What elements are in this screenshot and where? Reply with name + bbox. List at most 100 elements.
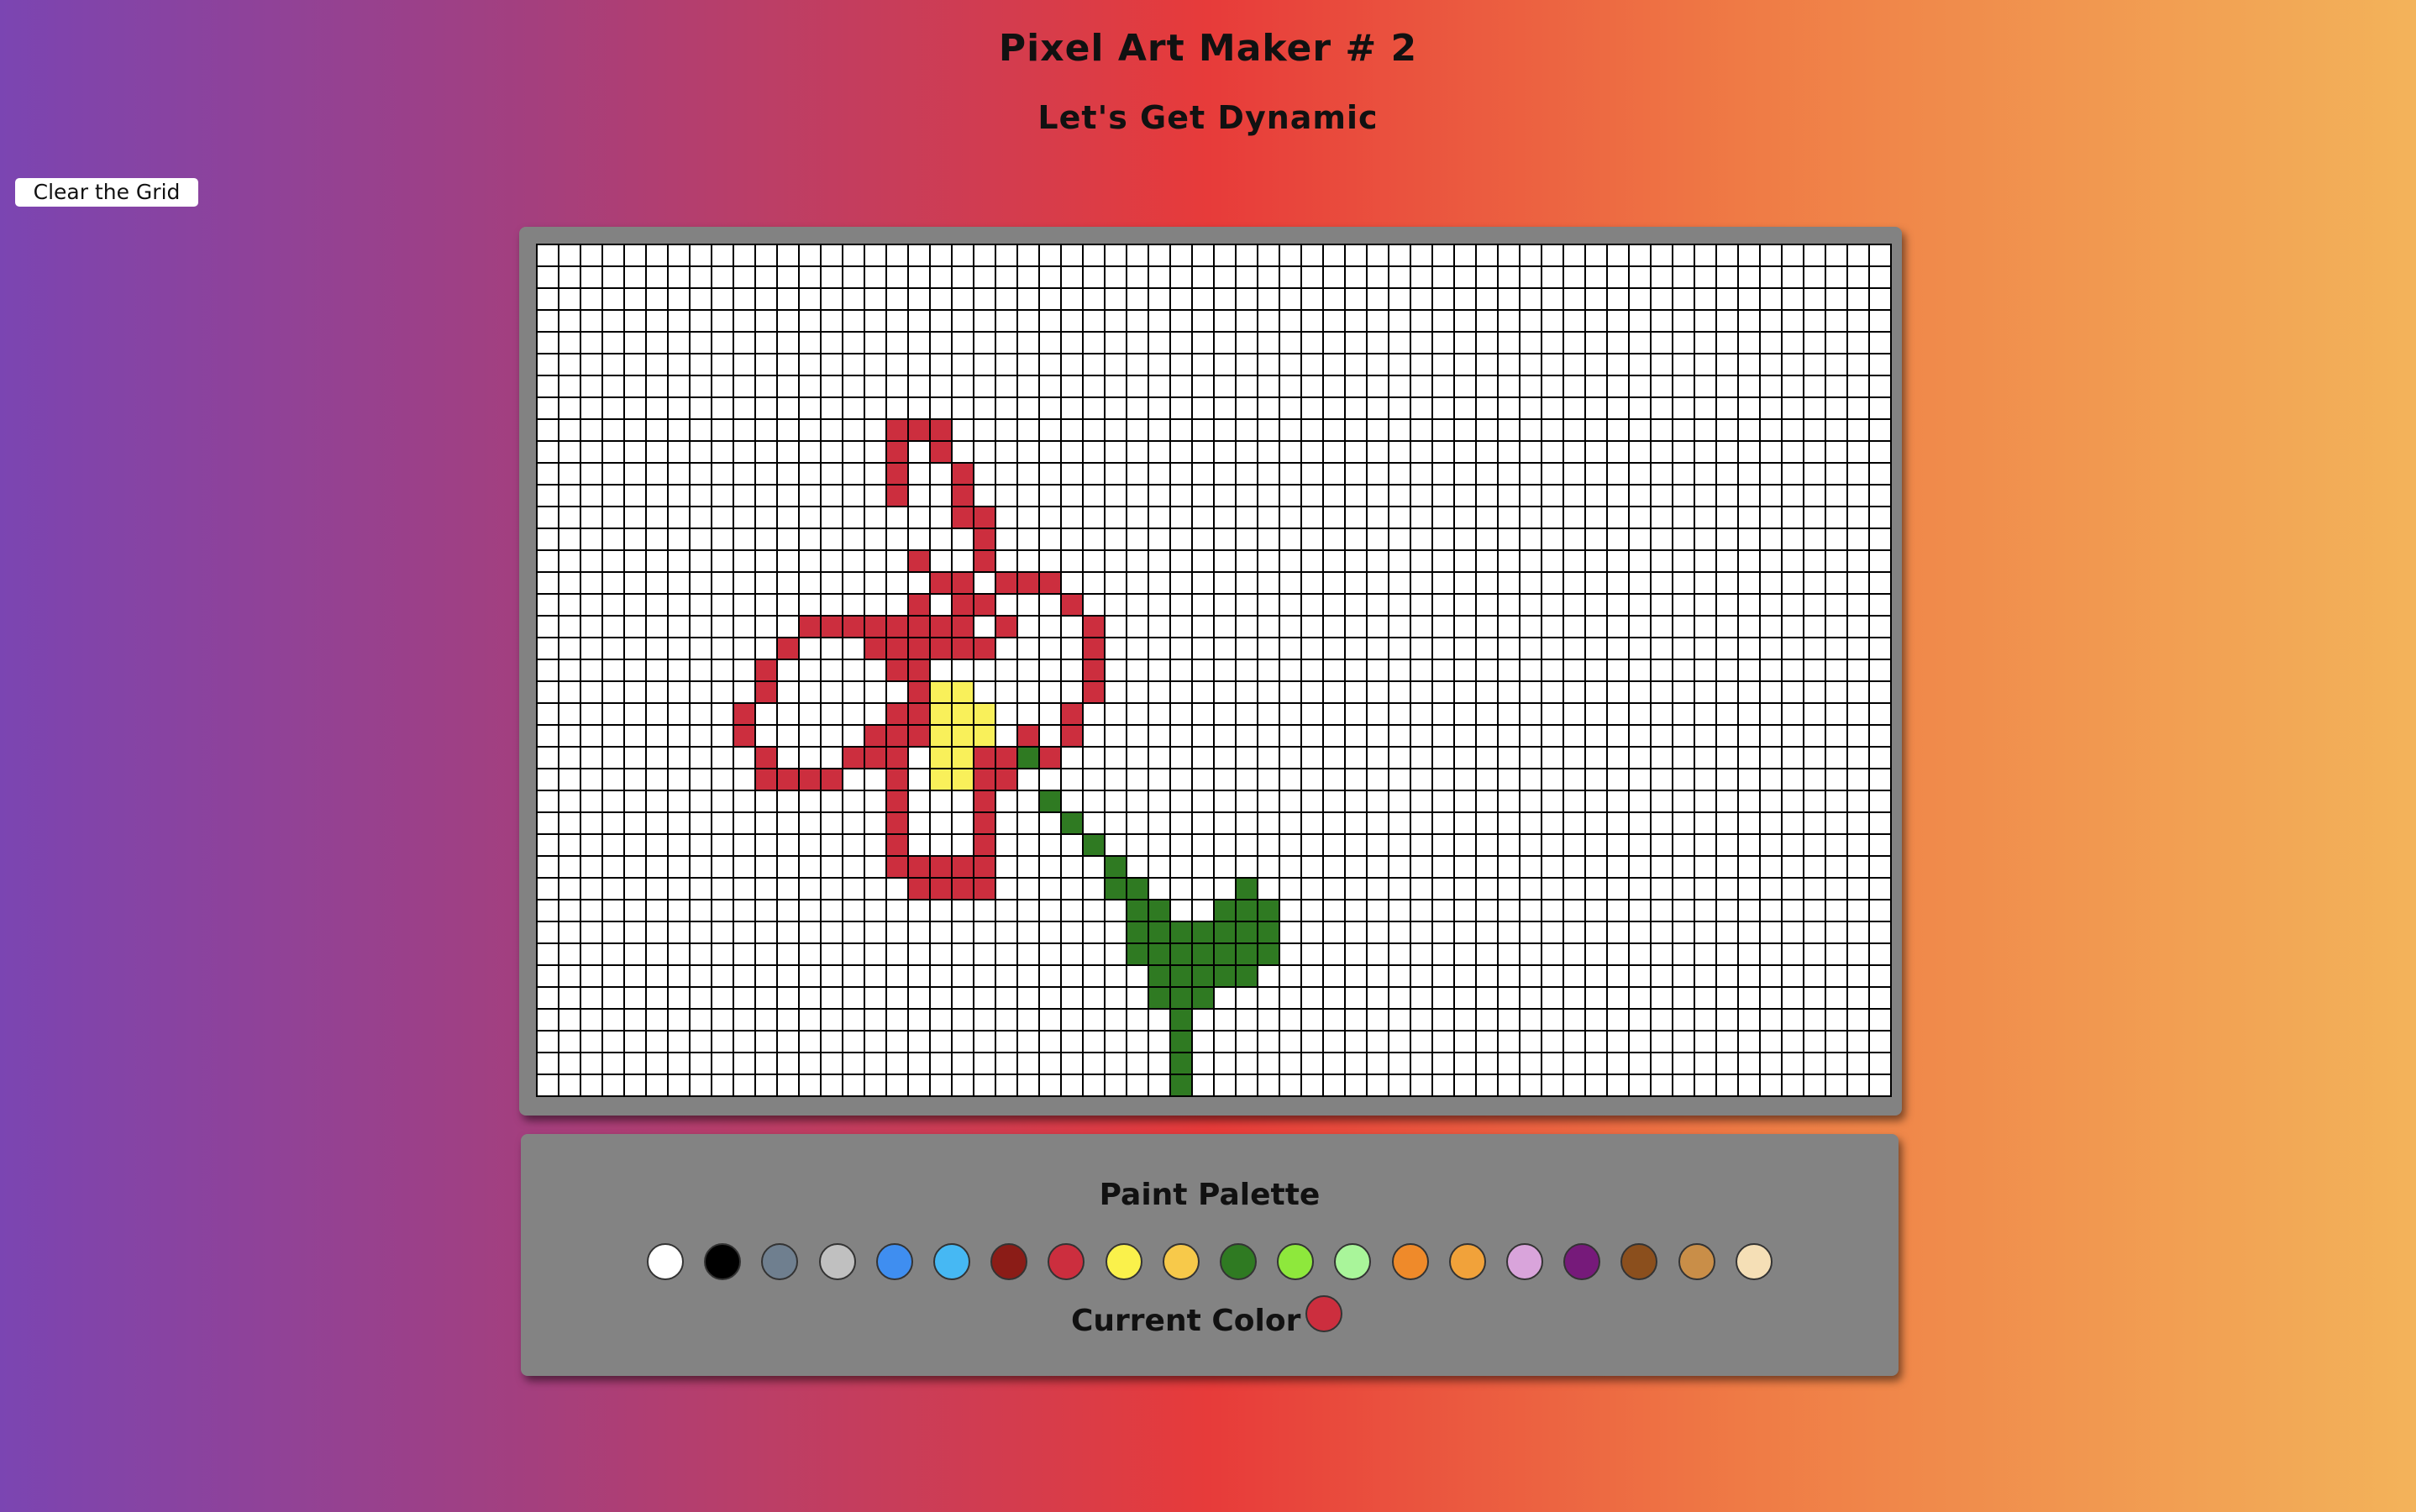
grid-cell[interactable] bbox=[1038, 921, 1060, 942]
grid-cell[interactable] bbox=[1519, 396, 1541, 418]
grid-cell[interactable] bbox=[1825, 921, 1846, 942]
grid-cell[interactable] bbox=[1148, 375, 1169, 396]
grid-cell[interactable] bbox=[1715, 549, 1737, 571]
grid-cell[interactable] bbox=[1846, 1052, 1868, 1074]
grid-cell[interactable] bbox=[1672, 593, 1694, 615]
grid-cell[interactable] bbox=[689, 942, 711, 964]
grid-cell[interactable] bbox=[667, 833, 689, 855]
grid-cell[interactable] bbox=[1410, 768, 1431, 790]
grid-cell[interactable] bbox=[1475, 1008, 1497, 1030]
grid-cell[interactable] bbox=[973, 1074, 995, 1095]
grid-cell[interactable] bbox=[711, 942, 733, 964]
grid-cell[interactable] bbox=[1475, 964, 1497, 986]
grid-cell[interactable] bbox=[536, 986, 558, 1008]
grid-cell[interactable] bbox=[601, 1074, 623, 1095]
grid-cell[interactable] bbox=[1191, 942, 1213, 964]
grid-cell[interactable] bbox=[754, 484, 776, 506]
grid-cell[interactable] bbox=[1519, 440, 1541, 462]
grid-cell[interactable] bbox=[558, 680, 580, 702]
grid-cell[interactable] bbox=[1715, 484, 1737, 506]
grid-cell[interactable] bbox=[1628, 615, 1650, 637]
grid-cell[interactable] bbox=[951, 921, 973, 942]
grid-cell[interactable] bbox=[1694, 396, 1715, 418]
grid-cell[interactable] bbox=[1431, 309, 1453, 331]
grid-cell[interactable] bbox=[1453, 702, 1475, 724]
grid-cell[interactable] bbox=[1279, 659, 1300, 680]
grid-cell[interactable] bbox=[1169, 375, 1191, 396]
grid-cell[interactable] bbox=[536, 921, 558, 942]
grid-cell[interactable] bbox=[1694, 484, 1715, 506]
grid-cell[interactable] bbox=[1366, 1008, 1388, 1030]
grid-cell[interactable] bbox=[1606, 615, 1628, 637]
grid-cell[interactable] bbox=[1388, 964, 1410, 986]
grid-cell[interactable] bbox=[1213, 615, 1235, 637]
grid-cell[interactable] bbox=[1475, 659, 1497, 680]
grid-cell[interactable] bbox=[1541, 593, 1563, 615]
grid-cell[interactable] bbox=[842, 833, 864, 855]
grid-cell[interactable] bbox=[820, 1008, 842, 1030]
grid-cell[interactable] bbox=[1584, 1030, 1606, 1052]
grid-cell[interactable] bbox=[1148, 964, 1169, 986]
grid-cell[interactable] bbox=[1825, 1052, 1846, 1074]
grid-cell[interactable] bbox=[1060, 877, 1082, 899]
grid-cell[interactable] bbox=[1759, 287, 1781, 309]
grid-cell[interactable] bbox=[1781, 746, 1803, 768]
grid-cell[interactable] bbox=[929, 899, 951, 921]
grid-cell[interactable] bbox=[1475, 593, 1497, 615]
grid-cell[interactable] bbox=[1584, 1008, 1606, 1030]
grid-cell[interactable] bbox=[1191, 244, 1213, 265]
grid-cell[interactable] bbox=[1038, 1052, 1060, 1074]
grid-cell[interactable] bbox=[1475, 724, 1497, 746]
grid-cell[interactable] bbox=[580, 331, 601, 353]
grid-cell[interactable] bbox=[864, 593, 885, 615]
grid-cell[interactable] bbox=[1366, 287, 1388, 309]
grid-cell[interactable] bbox=[1781, 659, 1803, 680]
grid-cell[interactable] bbox=[1694, 265, 1715, 287]
grid-cell[interactable] bbox=[1344, 353, 1366, 375]
grid-cell[interactable] bbox=[1257, 462, 1279, 484]
grid-cell[interactable] bbox=[1584, 680, 1606, 702]
grid-cell[interactable] bbox=[1366, 396, 1388, 418]
grid-cell[interactable] bbox=[1584, 702, 1606, 724]
grid-cell[interactable] bbox=[798, 637, 820, 659]
grid-cell[interactable] bbox=[733, 986, 754, 1008]
grid-cell[interactable] bbox=[820, 571, 842, 593]
grid-cell[interactable] bbox=[1825, 396, 1846, 418]
grid-cell[interactable] bbox=[1519, 309, 1541, 331]
grid-cell[interactable] bbox=[820, 790, 842, 811]
grid-cell[interactable] bbox=[1431, 244, 1453, 265]
grid-cell[interactable] bbox=[1519, 265, 1541, 287]
grid-cell[interactable] bbox=[842, 309, 864, 331]
grid-cell[interactable] bbox=[995, 244, 1016, 265]
grid-cell[interactable] bbox=[885, 964, 907, 986]
grid-cell[interactable] bbox=[1606, 811, 1628, 833]
grid-cell[interactable] bbox=[1672, 833, 1694, 855]
grid-cell[interactable] bbox=[1497, 1052, 1519, 1074]
grid-cell[interactable] bbox=[1279, 615, 1300, 637]
grid-cell[interactable] bbox=[1584, 811, 1606, 833]
grid-cell[interactable] bbox=[1650, 1052, 1672, 1074]
grid-cell[interactable] bbox=[1672, 659, 1694, 680]
grid-cell[interactable] bbox=[1169, 331, 1191, 353]
grid-cell[interactable] bbox=[1759, 396, 1781, 418]
grid-cell[interactable] bbox=[820, 659, 842, 680]
grid-cell[interactable] bbox=[1257, 353, 1279, 375]
grid-cell[interactable] bbox=[1541, 375, 1563, 396]
grid-cell[interactable] bbox=[1672, 724, 1694, 746]
grid-cell[interactable] bbox=[1475, 986, 1497, 1008]
grid-cell[interactable] bbox=[1672, 637, 1694, 659]
grid-cell[interactable] bbox=[1715, 637, 1737, 659]
grid-cell[interactable] bbox=[907, 615, 929, 637]
grid-cell[interactable] bbox=[1082, 331, 1104, 353]
grid-cell[interactable] bbox=[1803, 833, 1825, 855]
grid-cell[interactable] bbox=[973, 1030, 995, 1052]
grid-cell[interactable] bbox=[1431, 986, 1453, 1008]
grid-cell[interactable] bbox=[1781, 833, 1803, 855]
grid-cell[interactable] bbox=[1431, 418, 1453, 440]
grid-cell[interactable] bbox=[711, 440, 733, 462]
grid-cell[interactable] bbox=[1344, 375, 1366, 396]
grid-cell[interactable] bbox=[1235, 528, 1257, 549]
grid-cell[interactable] bbox=[711, 418, 733, 440]
grid-cell[interactable] bbox=[1497, 396, 1519, 418]
grid-cell[interactable] bbox=[1016, 593, 1038, 615]
